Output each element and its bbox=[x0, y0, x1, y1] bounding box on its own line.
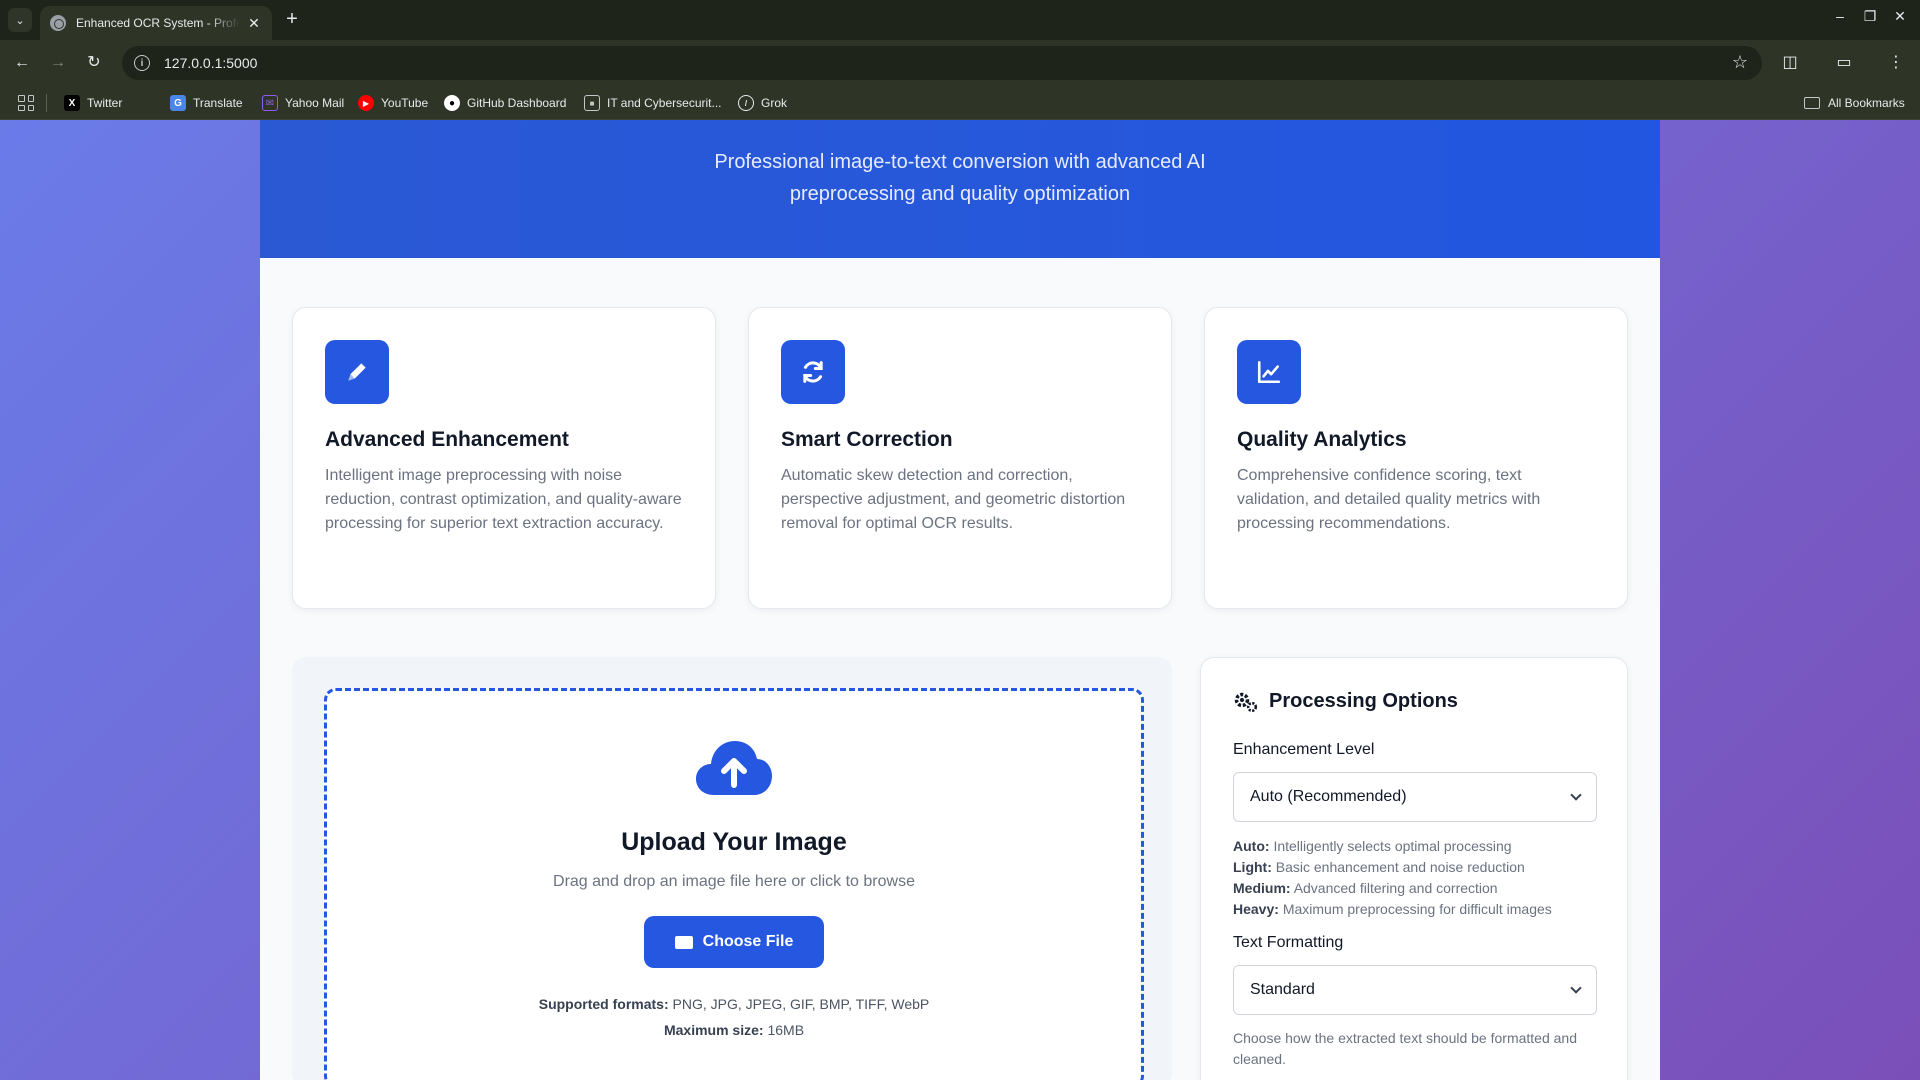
tab-strip: ⌄ Enhanced OCR System - Professional ✕ +… bbox=[0, 0, 1920, 40]
bookmark-label: GitHub Dashboard bbox=[467, 96, 567, 110]
level-desc: Basic enhancement and noise reduction bbox=[1275, 859, 1525, 875]
level-name: Heavy: bbox=[1233, 901, 1279, 917]
bookmark-label: Translate bbox=[193, 96, 243, 110]
level-desc: Maximum preprocessing for difficult imag… bbox=[1282, 901, 1552, 917]
processing-options-panel: Processing Options Enhancement Level Aut… bbox=[1200, 657, 1628, 1080]
enhancement-level-help: Auto: Intelligently selects optimal proc… bbox=[1233, 836, 1597, 920]
options-title: Processing Options bbox=[1269, 690, 1458, 712]
menu-icon[interactable]: ⋮ bbox=[1884, 51, 1908, 75]
cloud-upload-icon bbox=[694, 737, 774, 797]
feature-title: Smart Correction bbox=[781, 428, 953, 451]
bookmark-label: Twitter bbox=[87, 96, 123, 110]
bookmark-github-dashboard[interactable]: ● GitHub Dashboard bbox=[444, 86, 566, 120]
bookmark-youtube[interactable]: ▶ YouTube bbox=[358, 86, 428, 120]
apps-grid-icon[interactable] bbox=[18, 95, 34, 111]
site-icon: ■ bbox=[584, 95, 600, 111]
bookmark-star-icon[interactable]: ☆ bbox=[1732, 52, 1748, 73]
level-name: Auto: bbox=[1233, 838, 1270, 854]
x-logo-icon: X bbox=[64, 95, 80, 111]
devices-icon[interactable]: ▭ bbox=[1832, 51, 1856, 75]
site-info-icon[interactable]: i bbox=[134, 55, 150, 71]
github-icon: ● bbox=[444, 95, 460, 111]
bookmark-label: Grok bbox=[761, 96, 788, 110]
chevron-down-icon bbox=[1570, 789, 1582, 801]
level-desc: Advanced filtering and correction bbox=[1293, 880, 1498, 896]
formats-value: PNG, JPG, JPEG, GIF, BMP, TIFF, WebP bbox=[672, 996, 930, 1012]
formats-label: Supported formats: bbox=[538, 996, 669, 1012]
globe-icon bbox=[50, 15, 66, 31]
choose-file-label: Choose File bbox=[702, 933, 794, 950]
cogs-icon bbox=[1234, 692, 1258, 712]
bookmark-grok[interactable]: / Grok bbox=[738, 86, 787, 120]
restore-icon[interactable]: ❐ bbox=[1858, 8, 1882, 25]
extensions-icon[interactable]: ◫ bbox=[1778, 51, 1802, 75]
mail-icon: ✉ bbox=[262, 95, 278, 111]
feature-card-enhancement: Advanced Enhancement Intelligent image p… bbox=[292, 307, 716, 609]
bookmarks-bar: X Twitter G Translate ✉ Yahoo Mail ▶ You… bbox=[0, 86, 1920, 120]
url-text: 127.0.0.1:5000 bbox=[164, 55, 258, 71]
bookmark-label: IT and Cybersecurit... bbox=[607, 96, 722, 110]
minimize-icon[interactable]: – bbox=[1828, 8, 1852, 24]
active-tab[interactable]: Enhanced OCR System - Professional ✕ bbox=[40, 6, 272, 40]
hero-subtitle: Professional image-to-text conversion wi… bbox=[714, 151, 1206, 205]
text-formatting-help: Choose how the extracted text should be … bbox=[1233, 1030, 1577, 1067]
sync-icon bbox=[781, 340, 845, 404]
bookmark-translate[interactable]: G Translate bbox=[170, 86, 243, 120]
bookmark-label: Yahoo Mail bbox=[285, 96, 345, 110]
bookmark-label: YouTube bbox=[381, 96, 429, 110]
chevron-down-icon bbox=[1570, 982, 1582, 994]
text-formatting-value: Standard bbox=[1250, 981, 1315, 998]
close-window-icon[interactable]: ✕ bbox=[1888, 8, 1912, 25]
bookmark-twitter[interactable]: X Twitter bbox=[64, 86, 122, 120]
youtube-icon: ▶ bbox=[358, 95, 374, 111]
tab-close-icon[interactable]: ✕ bbox=[246, 15, 262, 32]
tab-search-button[interactable]: ⌄ bbox=[8, 8, 32, 32]
enhancement-level-select[interactable]: Auto (Recommended) bbox=[1233, 772, 1597, 822]
feature-title: Quality Analytics bbox=[1237, 428, 1407, 451]
upload-title: Upload Your Image bbox=[621, 828, 847, 856]
bookmark-yahoo-mail[interactable]: ✉ Yahoo Mail bbox=[262, 86, 344, 120]
translate-icon: G bbox=[170, 95, 186, 111]
pencil-icon bbox=[325, 340, 389, 404]
tab-title: Enhanced OCR System - Professional bbox=[76, 16, 240, 30]
address-bar[interactable]: i 127.0.0.1:5000 ☆ bbox=[122, 46, 1762, 80]
browser-toolbar: ← → ↻ i 127.0.0.1:5000 ☆ ◫ ▭ ⋮ bbox=[0, 40, 1920, 86]
feature-description: Automatic skew detection and correction,… bbox=[781, 467, 1126, 532]
maximum-size: Maximum size: 16MB bbox=[327, 1022, 1141, 1038]
upload-dropzone[interactable]: Upload Your Image Drag and drop an image… bbox=[324, 688, 1144, 1080]
text-formatting-label: Text Formatting bbox=[1233, 934, 1344, 951]
bookmark-it-cybersecurity[interactable]: ■ IT and Cybersecurit... bbox=[584, 86, 722, 120]
folder-open-icon bbox=[674, 935, 693, 949]
feature-card-analytics: Quality Analytics Comprehensive confiden… bbox=[1204, 307, 1628, 609]
page-viewport: Professional image-to-text conversion wi… bbox=[0, 120, 1920, 1080]
hero-banner: Professional image-to-text conversion wi… bbox=[260, 120, 1660, 258]
feature-card-correction: Smart Correction Automatic skew detectio… bbox=[748, 307, 1172, 609]
level-name: Light: bbox=[1233, 859, 1272, 875]
choose-file-button[interactable]: Choose File bbox=[644, 916, 824, 968]
supported-formats: Supported formats: PNG, JPG, JPEG, GIF, … bbox=[327, 996, 1141, 1012]
back-icon[interactable]: ← bbox=[10, 51, 34, 75]
level-name: Medium: bbox=[1233, 880, 1291, 896]
grok-icon: / bbox=[738, 95, 754, 111]
folder-icon bbox=[1804, 97, 1820, 109]
size-label: Maximum size: bbox=[663, 1022, 764, 1038]
chart-line-icon bbox=[1237, 340, 1301, 404]
all-bookmarks-label: All Bookmarks bbox=[1828, 96, 1905, 110]
all-bookmarks[interactable]: All Bookmarks bbox=[1804, 86, 1905, 120]
options-header: Processing Options bbox=[1233, 690, 1458, 713]
level-desc: Intelligently selects optimal processing bbox=[1273, 838, 1512, 854]
feature-title: Advanced Enhancement bbox=[325, 428, 569, 451]
size-value: 16MB bbox=[767, 1022, 805, 1038]
enhancement-level-label: Enhancement Level bbox=[1233, 741, 1375, 758]
text-formatting-select[interactable]: Standard bbox=[1233, 965, 1597, 1015]
forward-icon[interactable]: → bbox=[46, 51, 70, 75]
reload-icon[interactable]: ↻ bbox=[82, 51, 106, 75]
upload-subtitle: Drag and drop an image file here or clic… bbox=[553, 873, 915, 890]
bookmarks-separator bbox=[46, 94, 47, 112]
feature-description: Comprehensive confidence scoring, text v… bbox=[1237, 467, 1541, 532]
main-container: Professional image-to-text conversion wi… bbox=[260, 120, 1660, 1080]
enhancement-level-value: Auto (Recommended) bbox=[1250, 788, 1407, 805]
new-tab-button[interactable]: + bbox=[280, 8, 304, 32]
feature-description: Intelligent image preprocessing with noi… bbox=[325, 467, 682, 532]
